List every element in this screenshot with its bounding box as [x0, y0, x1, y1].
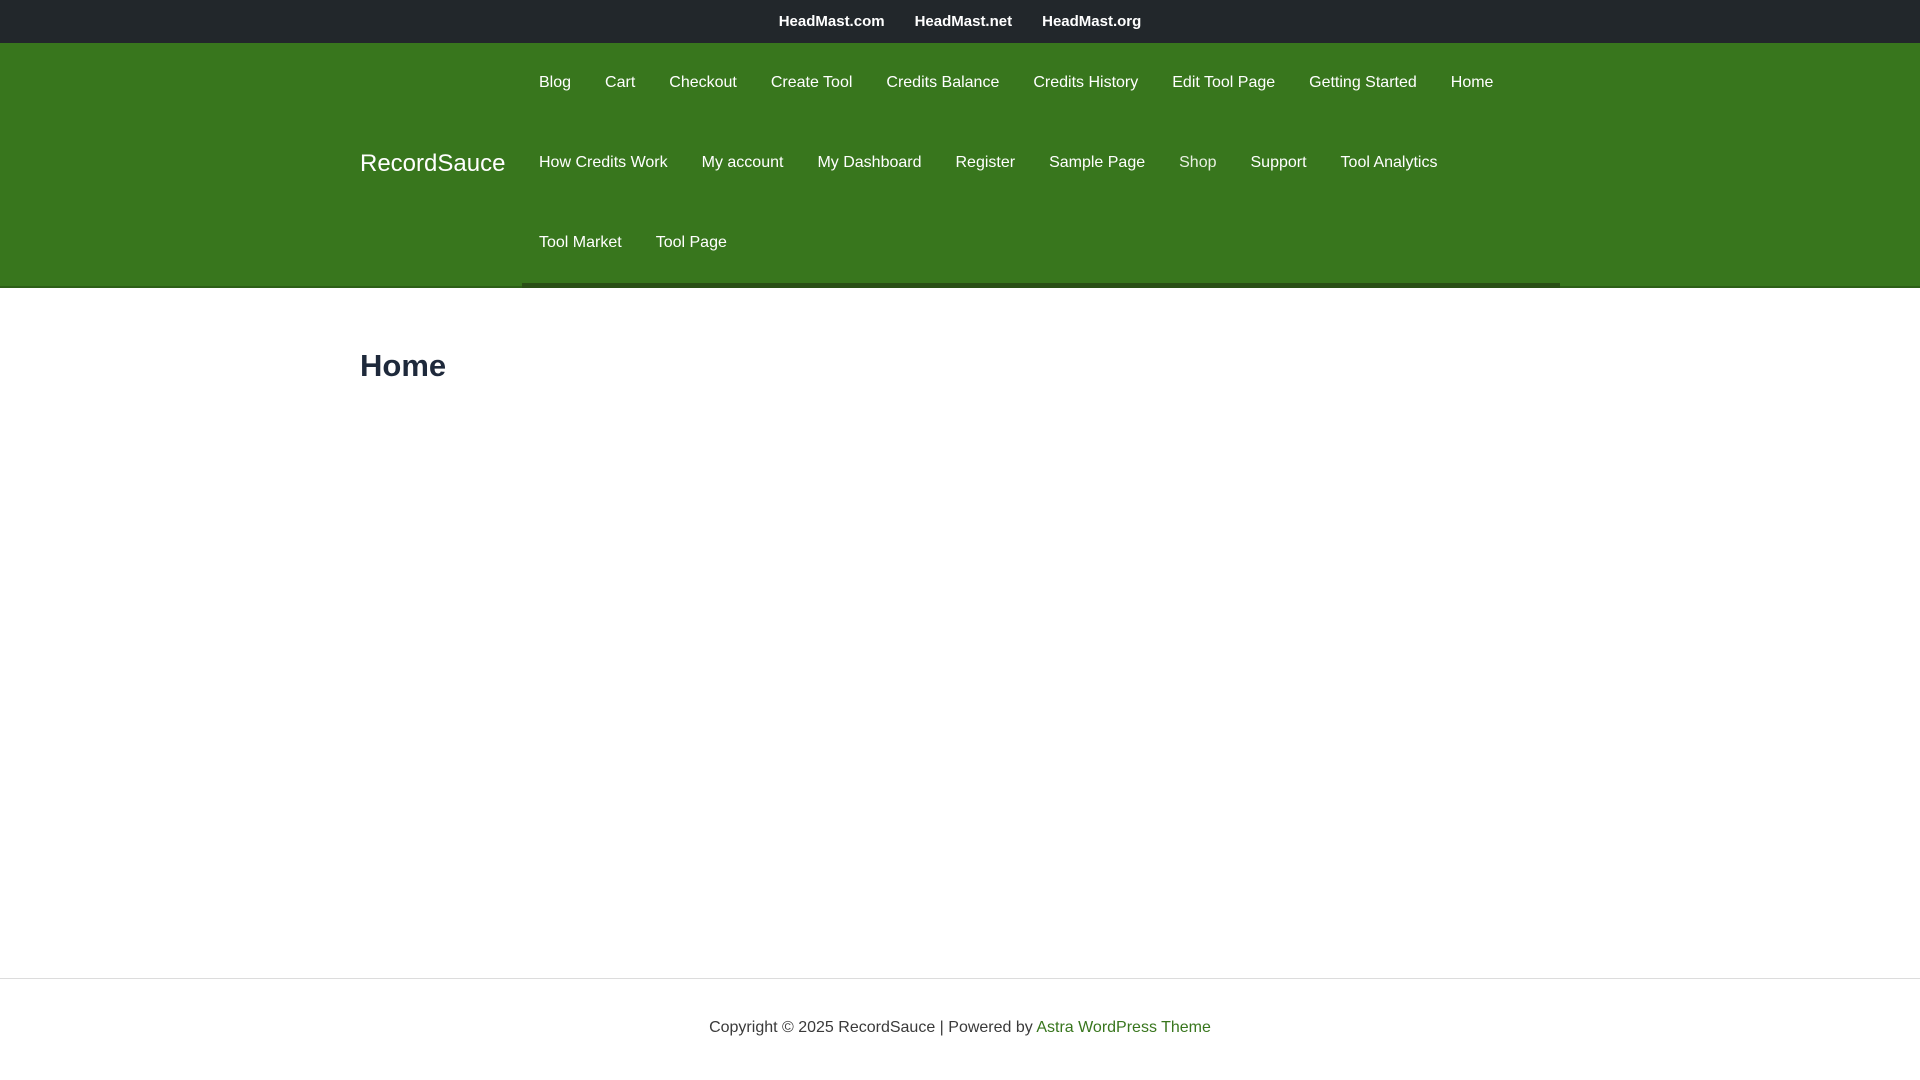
nav-item-sample-page[interactable]: Sample Page [1032, 154, 1162, 172]
nav-item-tool-market[interactable]: Tool Market [522, 234, 639, 252]
nav-item-blog[interactable]: Blog [522, 74, 588, 92]
nav-item-checkout[interactable]: Checkout [652, 74, 754, 92]
nav-item-tool-analytics[interactable]: Tool Analytics [1324, 154, 1455, 172]
nav-item-my-account[interactable]: My account [685, 154, 801, 172]
nav-item-cart[interactable]: Cart [588, 74, 652, 92]
theme-link[interactable]: Astra WordPress Theme [1036, 1019, 1211, 1036]
site-title-link[interactable]: RecordSauce [360, 150, 505, 178]
site-header: RecordSauce Blog Cart Checkout Create To… [0, 43, 1920, 288]
page-title: Home [360, 348, 447, 383]
nav-item-shop[interactable]: Shop [1162, 154, 1233, 172]
copyright-text: Copyright © 2025 RecordSauce | Powered b… [709, 1019, 1037, 1036]
nav-row-1: Blog Cart Checkout Create Tool Credits B… [522, 43, 1510, 123]
nav-item-my-dashboard[interactable]: My Dashboard [800, 154, 938, 172]
nav-item-register[interactable]: Register [938, 154, 1032, 172]
nav-item-tool-page[interactable]: Tool Page [639, 234, 744, 252]
primary-nav: Blog Cart Checkout Create Tool Credits B… [522, 43, 1560, 288]
nav-item-create-tool[interactable]: Create Tool [754, 74, 870, 92]
nav-item-how-credits-work[interactable]: How Credits Work [522, 154, 685, 172]
nav-item-home[interactable]: Home [1434, 74, 1511, 92]
topbar-link-headmast-net[interactable]: HeadMast.net [915, 13, 1013, 30]
nav-item-credits-balance[interactable]: Credits Balance [869, 74, 1016, 92]
footer-copyright: Copyright © 2025 RecordSauce | Powered b… [0, 1019, 1920, 1037]
nav-row-3: Tool Market Tool Page [522, 203, 744, 283]
topbar-link-headmast-org[interactable]: HeadMast.org [1042, 13, 1141, 30]
top-bar: HeadMast.com HeadMast.net HeadMast.org [0, 0, 1920, 43]
nav-item-getting-started[interactable]: Getting Started [1292, 74, 1434, 92]
nav-item-credits-history[interactable]: Credits History [1016, 74, 1155, 92]
nav-item-edit-tool-page[interactable]: Edit Tool Page [1155, 74, 1292, 92]
site-footer: Copyright © 2025 RecordSauce | Powered b… [0, 978, 1920, 1080]
nav-row-2: How Credits Work My account My Dashboard… [522, 123, 1454, 203]
topbar-link-headmast-com[interactable]: HeadMast.com [779, 13, 885, 30]
nav-item-support[interactable]: Support [1234, 154, 1324, 172]
